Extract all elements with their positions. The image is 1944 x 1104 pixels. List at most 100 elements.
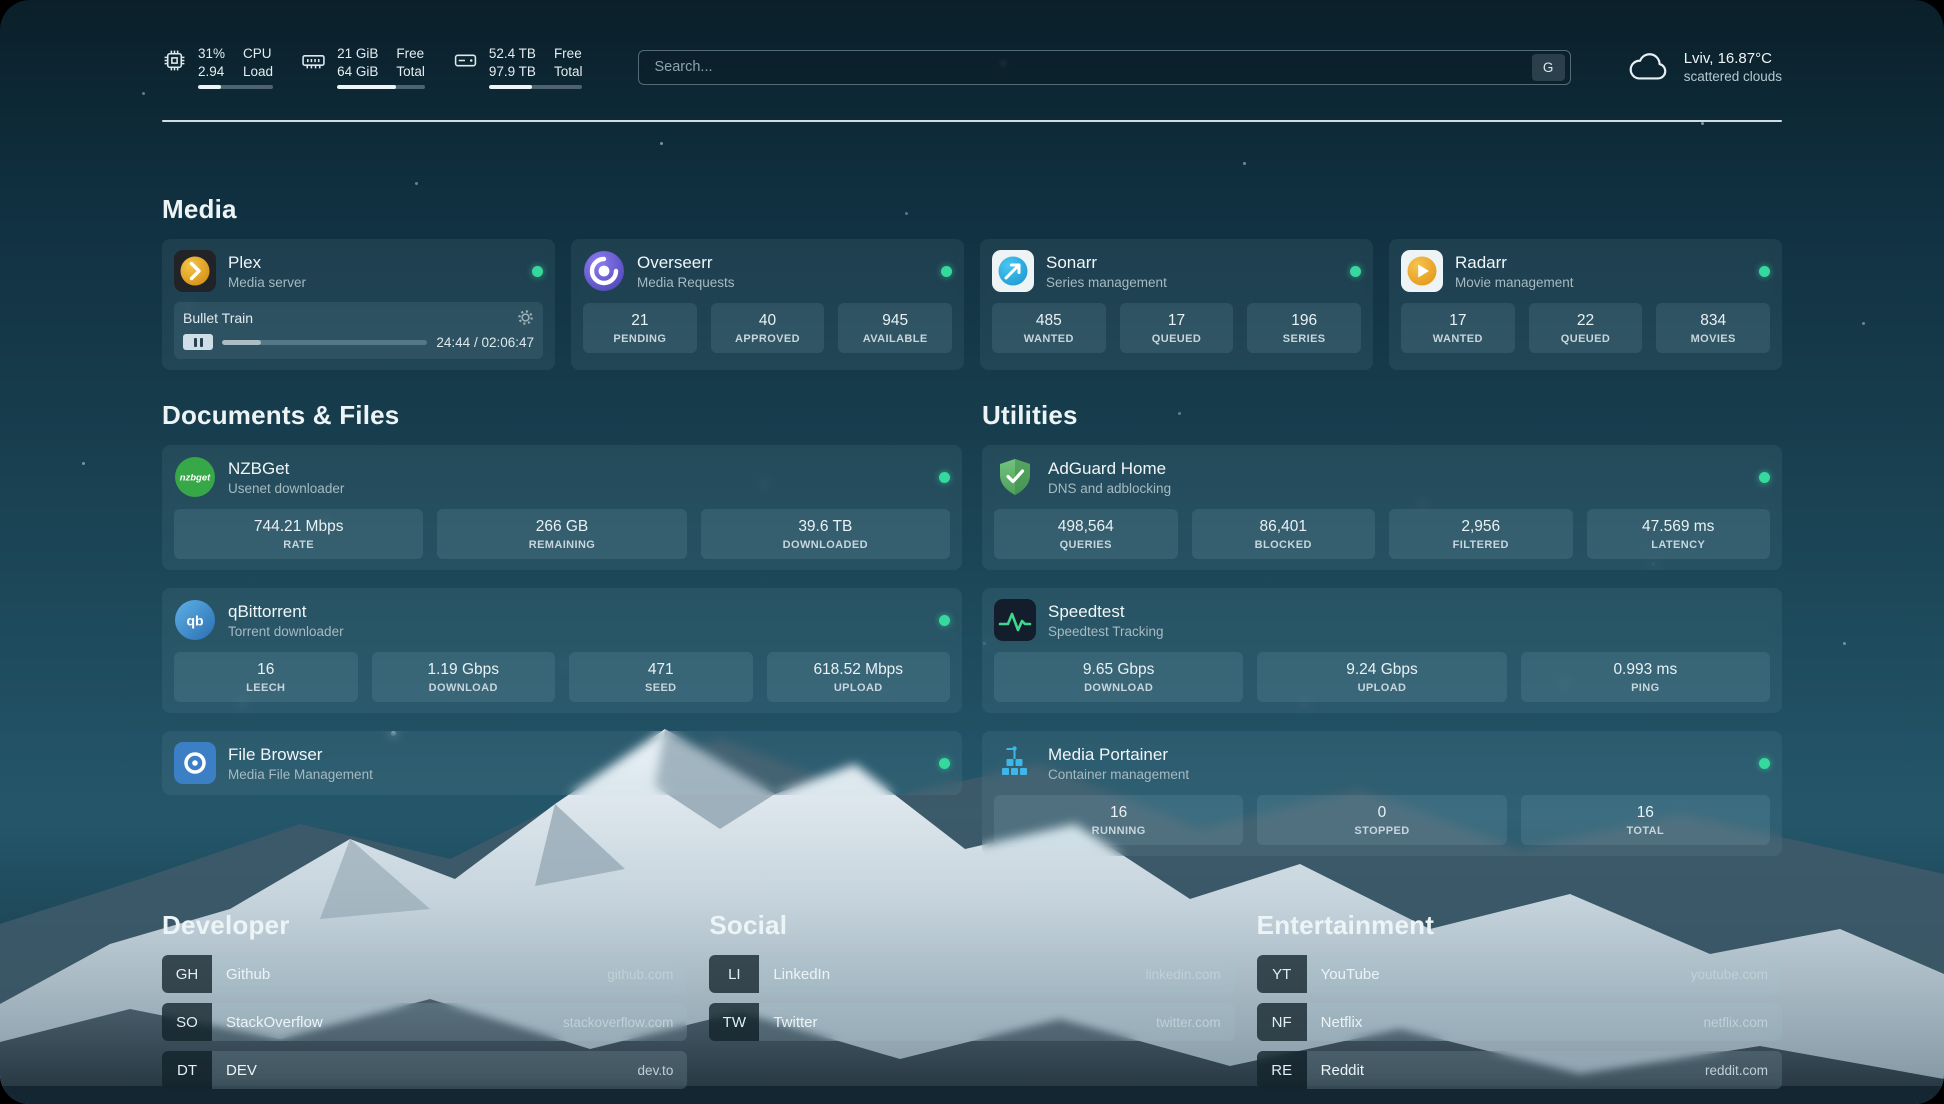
bookmark-name: LinkedIn: [759, 955, 1131, 993]
section-utilities: Utilities AdGuard Home: [982, 400, 1782, 856]
memory-icon: [301, 48, 326, 73]
status-dot: [939, 472, 950, 483]
plex-icon: [174, 250, 216, 292]
service-name: AdGuard Home: [1048, 459, 1747, 479]
bookmark-name: DEV: [212, 1051, 624, 1089]
bookmark-url: linkedin.com: [1132, 955, 1235, 993]
service-card-adguard[interactable]: AdGuard Home DNS and adblocking 498,564Q…: [982, 445, 1782, 570]
playback-time: 24:44 / 02:06:47: [436, 335, 534, 350]
stat-wanted: 17WANTED: [1401, 303, 1515, 353]
bookmark-abbr: LI: [709, 955, 759, 993]
bookmark-name: Netflix: [1307, 1003, 1690, 1041]
service-card-speedtest[interactable]: Speedtest Speedtest Tracking 9.65 GbpsDO…: [982, 588, 1782, 713]
disk-free-label: Free: [554, 45, 583, 63]
stat-download: 9.65 GbpsDOWNLOAD: [994, 652, 1243, 702]
service-description: Movie management: [1455, 275, 1747, 290]
stat-wanted: 485WANTED: [992, 303, 1106, 353]
top-bar: 31% CPU 2.94 Load 21 GiB Free: [162, 40, 1782, 94]
section-documents-files: Documents & Files nzbget NZBGet Usenet d…: [162, 400, 962, 795]
radarr-icon: [1401, 250, 1443, 292]
weather-widget: Lviv, 16.87°C scattered clouds: [1627, 50, 1782, 84]
bookmark-netflix[interactable]: NF Netflix netflix.com: [1257, 1003, 1782, 1041]
service-card-portainer[interactable]: Media Portainer Container management 16R…: [982, 731, 1782, 856]
search-bar[interactable]: G: [638, 50, 1570, 85]
service-description: Speedtest Tracking: [1048, 624, 1770, 639]
bookmark-linkedin[interactable]: LI LinkedIn linkedin.com: [709, 955, 1234, 993]
stat-rate: 744.21 MbpsRATE: [174, 509, 423, 559]
bookmarks-entertainment: Entertainment YT YouTube youtube.com NF …: [1257, 910, 1782, 1089]
service-name: qBittorrent: [228, 602, 927, 622]
bookmark-github[interactable]: GH Github github.com: [162, 955, 687, 993]
bookmark-name: StackOverflow: [212, 1003, 549, 1041]
stat-downloaded: 39.6 TBDOWNLOADED: [701, 509, 950, 559]
filebrowser-icon: [174, 742, 216, 784]
memory-total-value: 64 GiB: [337, 63, 378, 81]
search-provider-button[interactable]: G: [1532, 54, 1565, 81]
bookmark-url: twitter.com: [1142, 1003, 1235, 1041]
memory-progress-bar: [337, 85, 425, 89]
service-description: Media File Management: [228, 767, 927, 782]
bookmark-twitter[interactable]: TW Twitter twitter.com: [709, 1003, 1234, 1041]
playback-progress-bar[interactable]: [222, 340, 427, 345]
bookmark-name: Twitter: [759, 1003, 1142, 1041]
bookmark-youtube[interactable]: YT YouTube youtube.com: [1257, 955, 1782, 993]
homepage-dashboard: 31% CPU 2.94 Load 21 GiB Free: [0, 0, 1944, 1104]
service-card-filebrowser[interactable]: File Browser Media File Management: [162, 731, 962, 795]
documents-section-title: Documents & Files: [162, 400, 962, 431]
bookmark-name: Reddit: [1307, 1051, 1691, 1089]
now-playing-title: Bullet Train: [183, 310, 253, 326]
entertainment-section-title: Entertainment: [1257, 910, 1782, 941]
status-dot: [1759, 758, 1770, 769]
service-description: DNS and adblocking: [1048, 481, 1747, 496]
stat-available: 945AVAILABLE: [838, 303, 952, 353]
bookmark-abbr: TW: [709, 1003, 759, 1041]
service-card-nzbget[interactable]: nzbget NZBGet Usenet downloader 744.21 M…: [162, 445, 962, 570]
service-card-radarr[interactable]: Radarr Movie management 17WANTED 22QUEUE…: [1389, 239, 1782, 370]
stat-upload: 618.52 MbpsUPLOAD: [767, 652, 951, 702]
cpu-load-label: Load: [243, 63, 273, 81]
bookmark-abbr: YT: [1257, 955, 1307, 993]
service-name: File Browser: [228, 745, 927, 765]
bookmark-dev[interactable]: DT DEV dev.to: [162, 1051, 687, 1089]
status-dot: [939, 758, 950, 769]
pause-button[interactable]: [183, 334, 213, 350]
disk-progress-bar: [489, 85, 583, 89]
cpu-load-value: 2.94: [198, 63, 225, 81]
header-divider: [162, 120, 1782, 122]
bookmark-stackoverflow[interactable]: SO StackOverflow stackoverflow.com: [162, 1003, 687, 1041]
stat-download: 1.19 GbpsDOWNLOAD: [372, 652, 556, 702]
developer-section-title: Developer: [162, 910, 687, 941]
service-card-qbittorrent[interactable]: qb qBittorrent Torrent downloader 16LEEC…: [162, 588, 962, 713]
memory-widget: 21 GiB Free 64 GiB Total: [301, 45, 425, 90]
cloud-icon: [1627, 52, 1671, 83]
settings-gear-icon[interactable]: [517, 309, 534, 326]
bookmark-url: github.com: [593, 955, 687, 993]
weather-condition: scattered clouds: [1684, 69, 1782, 84]
bookmark-abbr: DT: [162, 1051, 212, 1089]
service-name: Speedtest: [1048, 602, 1770, 622]
service-name: Radarr: [1455, 253, 1747, 273]
stat-approved: 40APPROVED: [711, 303, 825, 353]
stat-running: 16RUNNING: [994, 795, 1243, 845]
stat-queued: 17QUEUED: [1120, 303, 1234, 353]
disk-free-value: 52.4 TB: [489, 45, 536, 63]
stat-total: 16TOTAL: [1521, 795, 1770, 845]
stat-ping: 0.993 msPING: [1521, 652, 1770, 702]
service-description: Usenet downloader: [228, 481, 927, 496]
status-dot: [939, 615, 950, 626]
search-input[interactable]: [654, 59, 1531, 75]
service-description: Series management: [1046, 275, 1338, 290]
svg-text:nzbget: nzbget: [180, 473, 211, 484]
status-dot: [532, 266, 543, 277]
stat-leech: 16LEECH: [174, 652, 358, 702]
bookmark-reddit[interactable]: RE Reddit reddit.com: [1257, 1051, 1782, 1089]
disk-icon: [453, 48, 478, 73]
stat-queued: 22QUEUED: [1529, 303, 1643, 353]
service-card-sonarr[interactable]: Sonarr Series management 485WANTED 17QUE…: [980, 239, 1373, 370]
service-card-overseerr[interactable]: Overseerr Media Requests 21PENDING 40APP…: [571, 239, 964, 370]
service-card-plex[interactable]: Plex Media server Bullet Train: [162, 239, 555, 370]
portainer-icon: [994, 742, 1036, 784]
disk-total-value: 97.9 TB: [489, 63, 536, 81]
status-dot: [1350, 266, 1361, 277]
stat-filtered: 2,956FILTERED: [1389, 509, 1573, 559]
